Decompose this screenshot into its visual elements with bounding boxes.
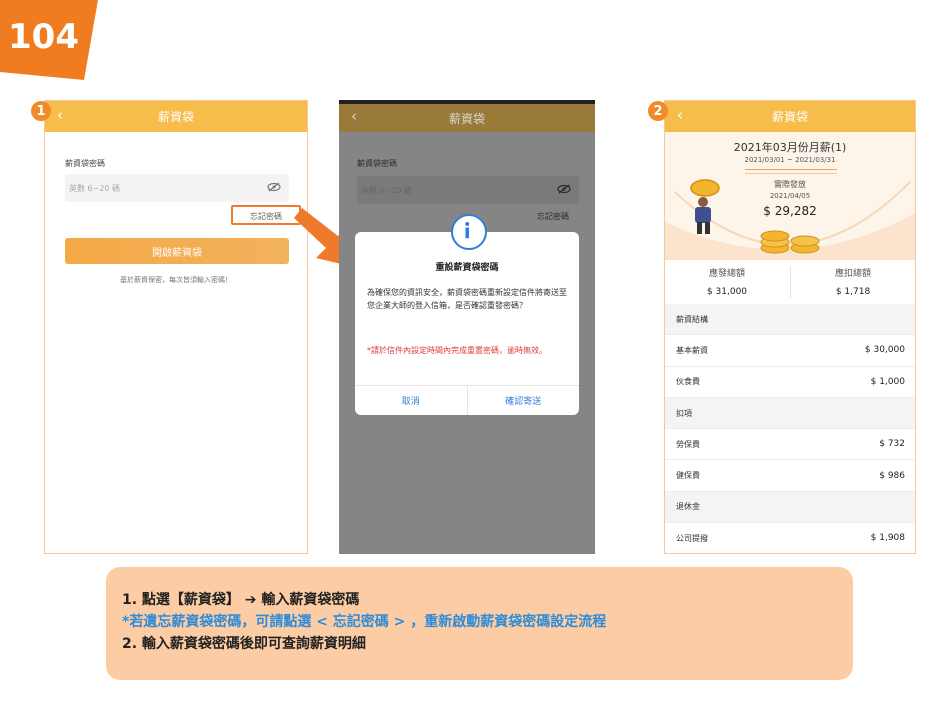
salary-period: 2021/03/01 ~ 2021/03/31 xyxy=(744,156,836,164)
person-with-coin-icon xyxy=(690,179,720,234)
list-item: 勞保費 $ 732 xyxy=(665,429,915,461)
password-placeholder: 英數 6~20 碼 xyxy=(69,183,121,193)
password-placeholder: 英數 6~20 碼 xyxy=(361,185,413,195)
screen-reset-dialog: ‹ 薪資袋 薪資袋密碼 英數 6~20 碼 忘記密碼 重設薪資袋密碼 為確保您的… xyxy=(339,100,595,554)
section-header: 薪資結構 xyxy=(665,304,915,336)
deduction-total: 應扣總額 $ 1,718 xyxy=(791,266,915,297)
brand-logo: 104 xyxy=(0,0,98,80)
info-icon xyxy=(451,214,487,250)
instruction-step-1: 1. 點選【薪資袋】 ➔ 輸入薪資袋密碼 xyxy=(122,592,360,608)
period-divider xyxy=(745,173,837,174)
dialog-title: 重設薪資袋密碼 xyxy=(435,263,499,273)
password-input[interactable]: 英數 6~20 碼 xyxy=(357,176,579,204)
step-badge-2: 2 xyxy=(648,101,668,121)
item-amount: $ 732 xyxy=(879,439,905,450)
cancel-button[interactable]: 取消 xyxy=(355,386,467,415)
dialog-actions: 取消 確認寄送 xyxy=(355,385,579,415)
list-item: 伙食費 $ 1,000 xyxy=(665,366,915,398)
list-item: 健保費 $ 986 xyxy=(665,460,915,492)
app-bar-title: 薪資袋 xyxy=(448,111,485,126)
item-amount: $ 1,908 xyxy=(870,533,905,544)
eye-hidden-icon[interactable] xyxy=(267,182,281,192)
back-chevron-icon[interactable]: ‹ xyxy=(677,106,683,124)
tutorial-slide: 104 1 2 ‹ 薪資袋 薪資袋密碼 英數 6~20 碼 忘記密碼 開啟薪資袋… xyxy=(0,0,948,711)
period-underline xyxy=(745,169,837,170)
payslip-item-list: 薪資結構 基本薪資 $ 30,000 伙食費 $ 1,000 扣項 勞保費 $ 732… xyxy=(665,304,915,553)
section-header-label: 退休金 xyxy=(676,502,700,512)
salary-title: 2021年03月份月薪(1) xyxy=(733,141,847,154)
instruction-forgot-note: *若遺忘薪資袋密碼，可請點選 < 忘記密碼 > ，重新啟動薪資袋密碼設定流程 xyxy=(122,614,607,630)
item-label: 公司提撥 xyxy=(676,533,708,543)
step-badge-1: 1 xyxy=(31,101,51,121)
dialog-warning: *請於信件內設定時間內完成重置密碼，逾時無效。 xyxy=(367,346,547,355)
app-bar: ‹ 薪資袋 xyxy=(339,104,595,132)
item-label: 勞保費 xyxy=(676,439,700,449)
screen-password-entry: ‹ 薪資袋 薪資袋密碼 英數 6~20 碼 忘記密碼 開啟薪資袋 基於薪資保密，… xyxy=(44,100,308,554)
password-label: 薪資袋密碼 xyxy=(357,159,397,168)
confirm-send-button[interactable]: 確認寄送 xyxy=(466,386,580,415)
app-bar: ‹ 薪資袋 xyxy=(45,101,307,132)
confidential-hint: 基於薪資保密，每次皆須輸入密碼！ xyxy=(120,276,232,284)
item-amount: $ 1,000 xyxy=(870,376,905,387)
section-header: 退休金 xyxy=(665,491,915,524)
forgot-password-highlight xyxy=(231,205,301,225)
section-header-label: 扣項 xyxy=(676,408,692,418)
forgot-password-link[interactable]: 忘記密碼 xyxy=(537,211,569,222)
eye-hidden-icon[interactable] xyxy=(557,184,571,194)
item-label: 基本薪資 xyxy=(676,345,708,355)
item-label: 健保費 xyxy=(676,471,700,481)
gross-total-label: 應發總額 xyxy=(708,269,745,279)
back-chevron-icon[interactable]: ‹ xyxy=(57,106,63,124)
app-bar-title: 薪資袋 xyxy=(771,110,808,124)
instruction-step-2: 2. 輸入薪資袋密碼後即可查詢薪資明細 xyxy=(122,636,366,652)
gross-total-value: $ 31,000 xyxy=(706,287,748,297)
item-label: 伙食費 xyxy=(676,377,700,387)
deduction-total-label: 應扣總額 xyxy=(834,269,871,279)
app-bar: ‹ 薪資袋 xyxy=(665,101,915,132)
app-bar-title: 薪資袋 xyxy=(157,110,194,124)
item-amount: $ 30,000 xyxy=(864,345,905,356)
section-header: 扣項 xyxy=(665,397,915,430)
password-label: 薪資袋密碼 xyxy=(65,159,105,168)
open-payslip-button[interactable]: 開啟薪資袋 xyxy=(65,238,289,264)
list-item: 基本薪資 $ 30,000 xyxy=(665,335,915,367)
reset-password-dialog: 重設薪資袋密碼 為確保您的資訊安全，薪資袋密碼重新設定信件將寄送至您企業大師的登… xyxy=(355,214,579,415)
instruction-panel: 1. 點選【薪資袋】 ➔ 輸入薪資袋密碼 *若遺忘薪資袋密碼，可請點選 < 忘記… xyxy=(106,567,853,680)
section-header-label: 薪資結構 xyxy=(676,314,708,324)
totals-bar: 應發總額 $ 31,000 應扣總額 $ 1,718 xyxy=(665,260,915,304)
list-item: 公司提撥 $ 1,908 xyxy=(665,523,915,553)
coin-stack-icon xyxy=(760,230,820,254)
screen-payslip-detail: ‹ 薪資袋 2021年03月份月薪(1) 2021/03/01 ~ 2021/0… xyxy=(664,100,916,554)
deduction-total-value: $ 1,718 xyxy=(835,287,871,297)
password-input[interactable]: 英數 6~20 碼 xyxy=(65,174,289,202)
gross-total: 應發總額 $ 31,000 xyxy=(665,266,789,297)
dialog-body: 為確保您的資訊安全，薪資袋密碼重新設定信件將寄送至您企業大師的登入信箱，是否確認… xyxy=(367,288,567,310)
back-chevron-icon[interactable]: ‹ xyxy=(351,107,357,125)
payslip-summary-hero: 2021年03月份月薪(1) 2021/03/01 ~ 2021/03/31 實… xyxy=(665,132,915,260)
item-amount: $ 986 xyxy=(879,470,905,481)
brand-logo-text: 104 xyxy=(8,17,79,57)
